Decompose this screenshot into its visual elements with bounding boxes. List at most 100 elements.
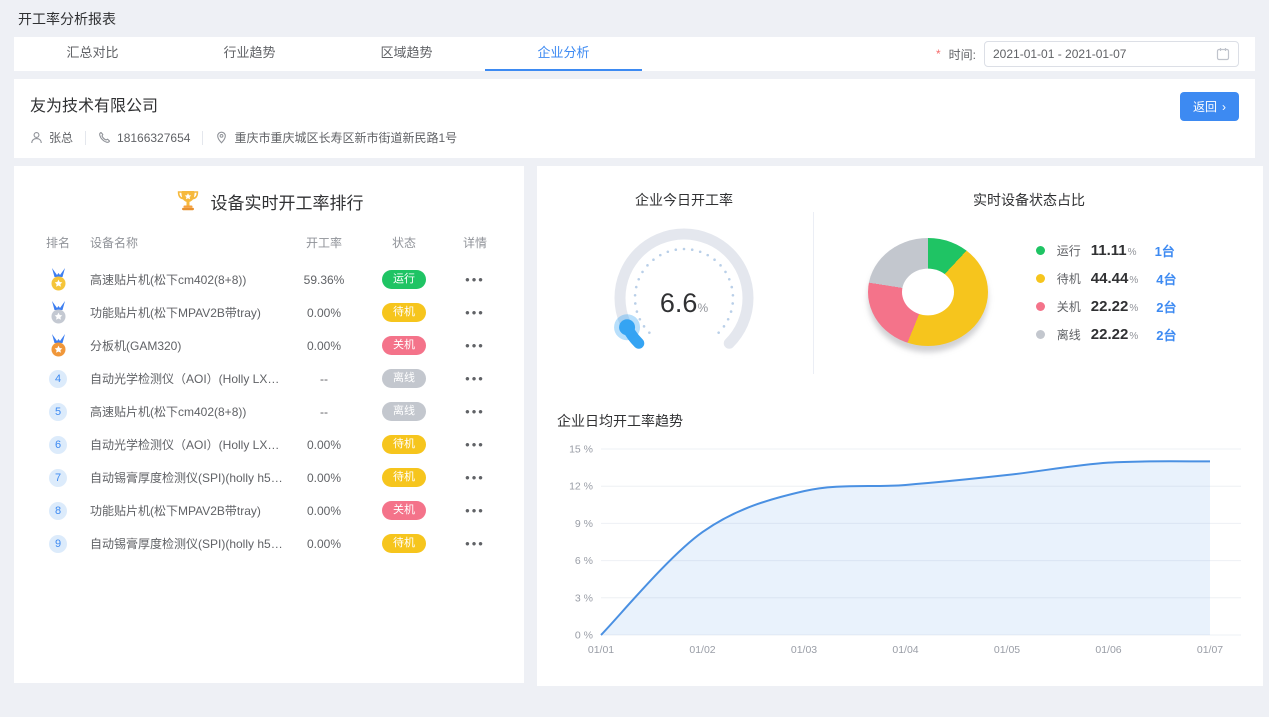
status-badge: 离线 [382,402,426,421]
date-range-input[interactable] [984,41,1239,67]
legend-dot [1036,302,1045,311]
gauge-value: 6.6 [660,288,698,318]
table-row: 9 自动锡膏厚度检测仪(SPI)(holly h510) 0.00% 待机 ••… [34,527,504,560]
legend-percent: 44.44 [1091,270,1129,287]
detail-button[interactable]: ••• [465,437,485,452]
legend-percent-unit: % [1129,331,1138,342]
calendar-icon[interactable] [1216,47,1230,61]
status-badge: 关机 [382,501,426,520]
medal-icon [50,334,67,358]
svg-text:01/04: 01/04 [892,644,918,656]
rank-number: 5 [49,403,67,421]
gauge-section: 企业今日开工率 6.6% [555,182,813,385]
gauge-unit: % [697,301,708,315]
legend-device-count[interactable]: 2台 [1156,325,1190,344]
tab-summary-compare[interactable]: 汇总对比 [14,37,171,71]
ranking-rows: 高速贴片机(松下cm402(8+8)) 59.36% 运行 ••• 功能贴片机(… [34,263,504,560]
gauge-title: 企业今日开工率 [635,182,733,210]
legend-dot [1036,274,1045,283]
required-mark: * [936,47,941,61]
device-name: 高速贴片机(松下cm402(8+8)) [82,403,286,420]
legend-label: 运行 [1057,242,1091,259]
contact-phone: 18166327654 [98,131,190,145]
chevron-right-icon: › [1222,100,1226,114]
device-name: 高速贴片机(松下cm402(8+8)) [82,271,286,288]
legend-item: 离线 22.22% 2台 [1036,325,1190,344]
status-badge: 待机 [382,468,426,487]
legend-percent: 22.22 [1091,298,1129,315]
svg-text:3 %: 3 % [575,592,593,604]
device-rate: -- [286,405,362,419]
legend-label: 待机 [1057,270,1091,287]
address-text: 重庆市重庆城区长寿区新市街道新民路1号 [234,129,457,146]
date-filter: * 时间: [936,37,1255,71]
legend-item: 待机 44.44% 4台 [1036,269,1190,288]
table-row: 7 自动锡膏厚度检测仪(SPI)(holly h510) 0.00% 待机 ••… [34,461,504,494]
detail-button[interactable]: ••• [465,371,485,386]
company-name: 友为技术有限公司 [30,92,1239,116]
legend-percent-unit: % [1129,275,1138,286]
detail-button[interactable]: ••• [465,305,485,320]
legend-dot [1036,330,1045,339]
status-badge: 离线 [382,369,426,388]
device-rate: 59.36% [286,273,362,287]
tab-region-trend[interactable]: 区域趋势 [328,37,485,71]
rank-number: 7 [49,469,67,487]
device-rate: 0.00% [286,339,362,353]
date-range-value[interactable] [993,47,1210,61]
phone-number: 18166327654 [117,131,190,145]
table-row: 高速贴片机(松下cm402(8+8)) 59.36% 运行 ••• [34,263,504,296]
legend-device-count[interactable]: 2台 [1156,297,1190,316]
phone-icon [98,131,111,144]
device-name: 功能贴片机(松下MPAV2B带tray) [82,304,286,321]
device-rate: 0.00% [286,306,362,320]
detail-button[interactable]: ••• [465,536,485,551]
contact-address: 重庆市重庆城区长寿区新市街道新民路1号 [215,129,457,146]
legend-dot [1036,246,1045,255]
device-name: 自动锡膏厚度检测仪(SPI)(holly h510) [82,535,286,552]
back-button[interactable]: 返回 › [1180,92,1239,121]
detail-button[interactable]: ••• [465,272,485,287]
legend-item: 运行 11.11% 1台 [1036,241,1190,260]
medal-icon [50,301,67,325]
trend-title: 企业日均开工率趋势 [557,411,1245,431]
status-badge: 运行 [382,270,426,289]
legend-label: 离线 [1057,326,1091,343]
svg-text:01/03: 01/03 [791,644,817,656]
date-filter-label: 时间: [949,46,976,63]
svg-text:0 %: 0 % [575,630,593,642]
rank-number: 6 [49,436,67,454]
detail-button[interactable]: ••• [465,338,485,353]
donut-title: 实时设备状态占比 [813,182,1245,210]
tab-enterprise-analysis[interactable]: 企业分析 [485,37,642,71]
enterprise-analysis-card: 企业今日开工率 6.6% 实时设备状态占比 运行 11.11% 1台 [537,166,1263,686]
device-name: 自动光学检测仪（AOI）(Holly LX520iL) [82,436,286,453]
column-rank: 排名 [34,234,82,251]
svg-text:12 %: 12 % [569,481,593,493]
device-name: 自动光学检测仪（AOI）(Holly LX520iL) [82,370,286,387]
svg-text:01/05: 01/05 [994,644,1020,656]
tab-industry-trend[interactable]: 行业趋势 [171,37,328,71]
legend-percent-unit: % [1129,303,1138,314]
table-row: 5 高速贴片机(松下cm402(8+8)) -- 离线 ••• [34,395,504,428]
detail-button[interactable]: ••• [465,404,485,419]
status-badge: 待机 [382,435,426,454]
contact-name: 张总 [49,129,73,146]
divider [85,131,86,145]
status-badge: 待机 [382,534,426,553]
device-rate: -- [286,372,362,386]
column-device-name: 设备名称 [82,234,286,251]
table-row: 分板机(GAM320) 0.00% 关机 ••• [34,329,504,362]
legend-device-count[interactable]: 1台 [1155,241,1189,260]
detail-button[interactable]: ••• [465,503,485,518]
detail-button[interactable]: ••• [465,470,485,485]
legend-percent: 22.22 [1091,326,1129,343]
device-name: 分板机(GAM320) [82,337,286,354]
svg-text:01/02: 01/02 [689,644,715,656]
status-badge: 待机 [382,303,426,322]
svg-text:15 %: 15 % [569,444,593,456]
rank-number: 8 [49,502,67,520]
column-detail: 详情 [446,234,504,251]
ranking-title: 设备实时开工率排行 [211,189,364,214]
legend-device-count[interactable]: 4台 [1156,269,1190,288]
